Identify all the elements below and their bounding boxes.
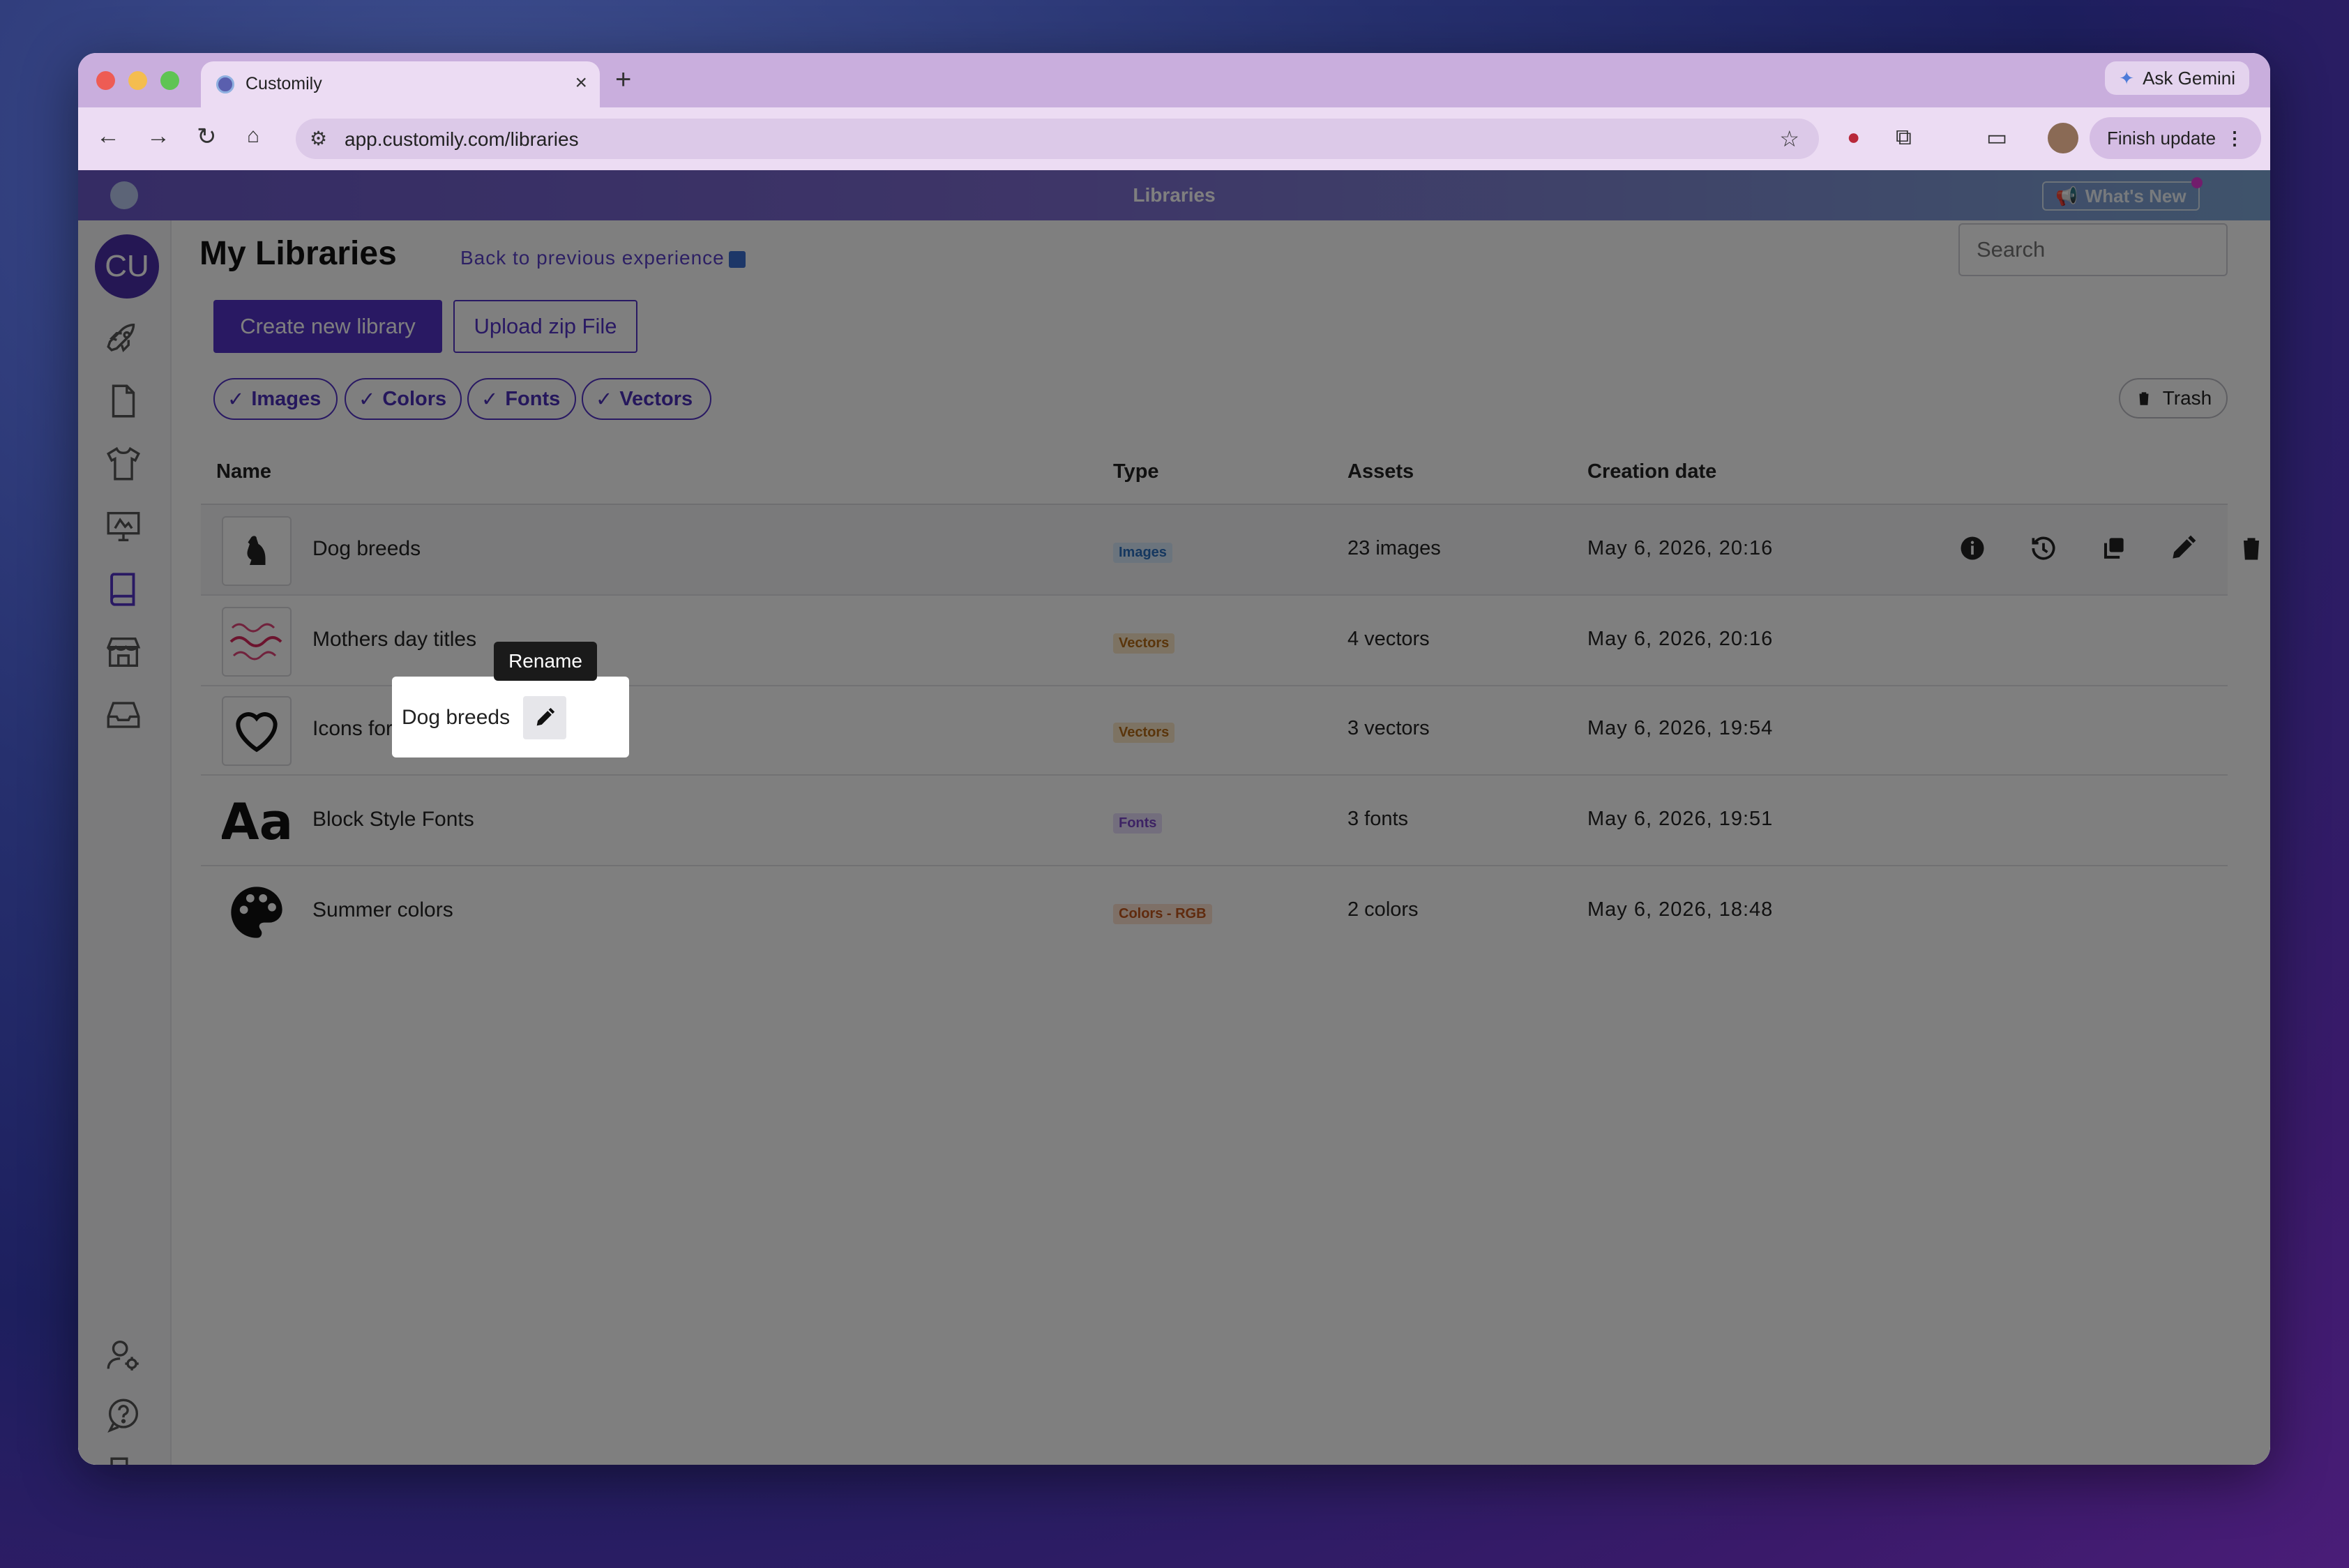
- ask-gemini-button[interactable]: ✦ Ask Gemini: [2105, 61, 2249, 95]
- bookmark-star-icon[interactable]: ☆: [1779, 126, 1799, 152]
- minimize-window-button[interactable]: [128, 71, 147, 90]
- customily-favicon-icon: [216, 75, 234, 93]
- reload-icon[interactable]: ↻: [197, 123, 217, 151]
- rename-spotlight: Dog breeds: [392, 677, 629, 757]
- puzzle-extensions-icon[interactable]: ⧉: [1896, 124, 1912, 151]
- address-bar[interactable]: ⚙ app.customily.com/libraries ☆: [296, 119, 1819, 159]
- profile-avatar[interactable]: [2048, 123, 2078, 153]
- tab-title: Customily: [246, 74, 322, 93]
- maximize-window-button[interactable]: [160, 71, 179, 90]
- browser-window: Customily × + ✦ Ask Gemini ← → ↻ ⌂ ⚙ app…: [78, 53, 2270, 1465]
- back-arrow-icon[interactable]: ←: [96, 123, 120, 150]
- tab-close-icon[interactable]: ×: [575, 71, 587, 95]
- site-settings-icon[interactable]: ⚙: [310, 127, 327, 150]
- modal-overlay: [78, 170, 2270, 1465]
- tab-search-icon[interactable]: ▭: [1986, 124, 2007, 151]
- finish-update-label: Finish update: [2106, 127, 2216, 149]
- extension-icon[interactable]: ●: [1847, 124, 1860, 150]
- rename-tooltip: Rename: [494, 642, 597, 681]
- browser-toolbar: ← → ↻ ⌂ ⚙ app.customily.com/libraries ☆ …: [78, 107, 2270, 170]
- ask-gemini-label: Ask Gemini: [2143, 67, 2235, 89]
- rename-button[interactable]: [523, 696, 566, 739]
- url-text: app.customily.com/libraries: [345, 128, 579, 150]
- browser-tab[interactable]: Customily ×: [201, 61, 600, 107]
- gemini-spark-icon: ✦: [2119, 67, 2135, 89]
- close-window-button[interactable]: [96, 71, 115, 90]
- app-content: Libraries 📢 What's New CU: [78, 170, 2270, 1465]
- finish-update-button[interactable]: Finish update ⋮: [2090, 117, 2261, 159]
- pencil-icon: [536, 707, 555, 726]
- forward-arrow-icon[interactable]: →: [146, 123, 170, 150]
- more-menu-icon[interactable]: ⋮: [2226, 128, 2244, 149]
- home-icon[interactable]: ⌂: [247, 124, 259, 148]
- spotlight-library-name: Dog breeds: [402, 706, 511, 729]
- tab-strip: Customily × + ✦ Ask Gemini: [78, 53, 2270, 107]
- new-tab-button[interactable]: +: [615, 64, 631, 96]
